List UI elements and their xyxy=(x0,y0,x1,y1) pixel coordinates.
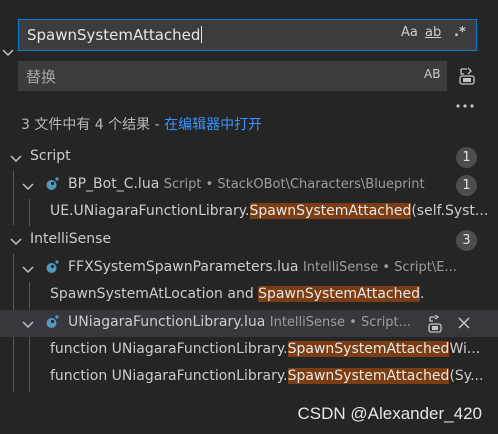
text-cursor xyxy=(201,26,203,43)
lua-file-icon xyxy=(45,315,59,333)
chevron-down-icon xyxy=(10,235,22,251)
group-label: Script xyxy=(30,148,71,164)
match-highlight: SpawnSystemAttached xyxy=(287,368,450,384)
match-row[interactable]: function UNiagaraFunctionLibrary.SpawnSy… xyxy=(0,337,498,364)
open-in-editor-link[interactable]: 在编辑器中打开 xyxy=(164,117,262,133)
chevron-down-icon xyxy=(10,152,22,168)
file-path: IntelliSense • Script\E... xyxy=(302,260,457,275)
chevron-down-icon xyxy=(22,180,34,196)
replace-input[interactable]: 替换 AB xyxy=(18,61,447,91)
file-row[interactable]: BP_Bot_C.lua Script • StackOBot\Characte… xyxy=(0,172,498,199)
close-icon[interactable] xyxy=(457,316,471,334)
file-name: UNiagaraFunctionLibrary.lua xyxy=(68,314,266,330)
lua-file-icon xyxy=(45,260,59,278)
file-path: IntelliSense • Script... xyxy=(269,315,412,330)
count-badge: 1 xyxy=(456,175,477,196)
results-summary: 3 文件中有 4 个结果 - 在编辑器中打开 xyxy=(21,117,263,133)
file-name: FFXSystemSpawnParameters.lua xyxy=(68,259,299,275)
chevron-down-icon xyxy=(22,318,34,334)
lua-file-icon xyxy=(45,177,59,195)
replace-icon[interactable] xyxy=(427,314,443,337)
file-row-selected[interactable]: UNiagaraFunctionLibrary.lua IntelliSense… xyxy=(0,310,498,337)
search-input[interactable]: SpawnSystemAttached Aa ab .* xyxy=(18,19,477,51)
count-badge: 1 xyxy=(456,147,477,168)
chevron-down-icon xyxy=(22,263,34,279)
whole-word-toggle[interactable]: ab xyxy=(425,25,441,40)
replace-all-icon[interactable] xyxy=(457,66,477,90)
match-row[interactable]: UE.UNiagaraFunctionLibrary.SpawnSystemAt… xyxy=(0,199,498,226)
count-badge: 3 xyxy=(456,230,477,251)
watermark: CSDN @Alexander_420 xyxy=(297,404,482,423)
group-row-intellisense[interactable]: IntelliSense 3 xyxy=(0,227,498,254)
match-highlight: SpawnSystemAttached xyxy=(258,286,420,302)
more-icon[interactable] xyxy=(455,97,475,113)
group-label: IntelliSense xyxy=(30,231,112,247)
toggle-replace-chevron-icon[interactable] xyxy=(2,46,14,62)
file-path: Script • StackOBot\Characters\Blueprint xyxy=(163,177,425,192)
search-input-text[interactable]: SpawnSystemAttached xyxy=(27,26,203,44)
file-name: BP_Bot_C.lua xyxy=(68,176,160,192)
group-row-script[interactable]: Script 1 xyxy=(0,144,498,171)
replace-placeholder: 替换 xyxy=(26,68,57,86)
match-row[interactable]: function UNiagaraFunctionLibrary.SpawnSy… xyxy=(0,364,498,391)
match-highlight: SpawnSystemAttached xyxy=(249,203,412,219)
preserve-case-toggle[interactable]: AB xyxy=(424,67,440,81)
match-case-toggle[interactable]: Aa xyxy=(401,25,418,40)
match-highlight: SpawnSystemAttached xyxy=(287,341,450,357)
regex-toggle[interactable]: .* xyxy=(454,25,466,40)
match-row[interactable]: SpawnSystemAtLocation and SpawnSystemAtt… xyxy=(0,282,498,309)
file-row[interactable]: FFXSystemSpawnParameters.lua IntelliSens… xyxy=(0,255,498,282)
